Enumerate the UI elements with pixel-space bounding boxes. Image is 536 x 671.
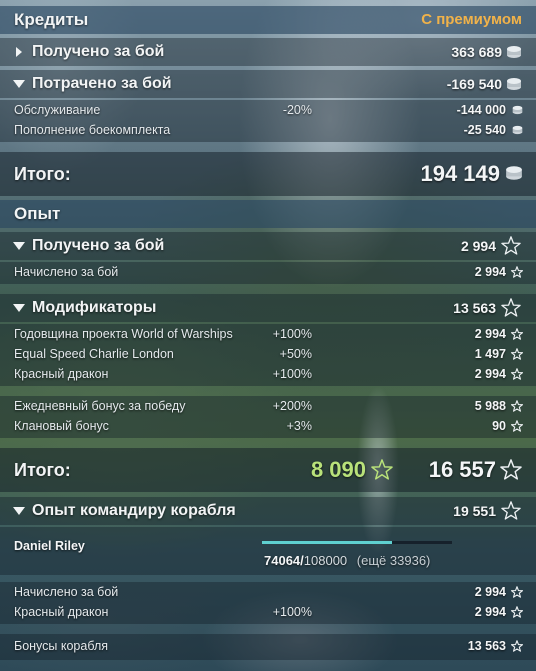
item-label: Красный дракон	[14, 367, 109, 381]
star-icon	[511, 368, 523, 380]
modifier-items-group-1: Годовщина проекта World of Warships +100…	[0, 324, 536, 386]
experience-received-label: Получено за бой	[32, 237, 165, 254]
item-label: Пополнение боекомплекта	[14, 123, 171, 137]
credits-coin-icon	[512, 105, 523, 115]
commander-experience-label: Опыт командиру корабля	[32, 502, 236, 519]
credits-spent-value: -169 540	[446, 76, 502, 92]
item-percent: +100%	[272, 605, 312, 619]
item-label: Красный дракон	[14, 605, 109, 619]
item-value: -144 000	[456, 103, 506, 117]
item-label: Годовщина проекта World of Warships	[14, 327, 233, 341]
item-percent: +3%	[286, 419, 312, 433]
commander-progress-fill	[262, 541, 392, 544]
experience-total-label: Итого:	[14, 460, 71, 480]
item-value: 90	[492, 419, 506, 433]
item-value: 1 497	[474, 347, 506, 361]
credits-total-value: 194 149	[420, 161, 500, 186]
item-value: 2 994	[474, 605, 506, 619]
modifiers-row[interactable]: Модификаторы 13 563	[0, 294, 536, 322]
credits-title: Кредиты	[14, 10, 89, 29]
credits-spent-items: Обслуживание -20% -144 000 Пополнение бо…	[0, 100, 536, 142]
item-label: Клановый бонус	[14, 419, 109, 433]
item-value: 2 994	[474, 327, 506, 341]
star-icon	[511, 606, 523, 618]
star-icon	[501, 298, 521, 317]
credits-header: Кредиты С премиумом	[0, 6, 536, 34]
chevron-down-icon[interactable]	[13, 304, 25, 313]
chevron-down-icon[interactable]	[13, 80, 25, 89]
free-experience-value: 8 090	[310, 457, 366, 482]
star-icon	[511, 266, 523, 278]
star-icon	[500, 459, 522, 480]
item-percent: -20%	[282, 103, 312, 117]
ship-bonus-value: 13 563	[467, 639, 506, 653]
star-icon	[511, 400, 523, 412]
item-percent: +100%	[272, 367, 312, 381]
experience-title: Опыт	[14, 204, 61, 223]
item-label: Обслуживание	[14, 103, 101, 117]
experience-received-row[interactable]: Получено за бой 2 994	[0, 232, 536, 260]
star-icon	[511, 328, 523, 340]
experience-total-row: Итого: 8 090 16 557	[0, 448, 536, 492]
experience-received-value: 2 994	[460, 238, 496, 254]
item-value: 2 994	[474, 585, 506, 599]
item-label: Equal Speed Charlie London	[14, 347, 174, 361]
chevron-down-icon[interactable]	[13, 242, 25, 251]
item-value: 2 994	[474, 265, 506, 279]
star-icon	[511, 586, 523, 598]
item-label: Начислено за бой	[14, 585, 119, 599]
credits-spent-row[interactable]: Потрачено за бой -169 540	[0, 70, 536, 98]
item-value: 2 994	[474, 367, 506, 381]
chevron-right-icon[interactable]	[14, 47, 24, 57]
credits-coin-icon	[507, 78, 521, 90]
item-label: Ежедневный бонус за победу	[14, 399, 186, 413]
progress-remaining: (ещё 33936)	[356, 553, 431, 568]
commander-experience-value: 19 551	[453, 503, 496, 519]
commander-progress-block: Daniel Riley 74064/108000 (ещё 33936)	[0, 527, 536, 575]
star-icon	[511, 420, 523, 432]
modifier-items-group-2: Ежедневный бонус за победу +200% 5 988 К…	[0, 396, 536, 438]
premium-label: С премиумом	[421, 11, 522, 28]
item-percent: +100%	[272, 327, 312, 341]
item-value: -25 540	[463, 123, 506, 137]
commander-experience-row[interactable]: Опыт командиру корабля 19 551	[0, 497, 536, 525]
credits-received-row[interactable]: Получено за бой 363 689	[0, 38, 536, 66]
item-percent: +200%	[272, 399, 312, 413]
item-label: Начислено за бой	[14, 265, 119, 279]
credits-total-label: Итого:	[14, 164, 71, 184]
credits-spent-label: Потрачено за бой	[32, 75, 172, 92]
star-icon	[511, 348, 523, 360]
experience-header: Опыт	[0, 200, 536, 228]
credits-coin-icon	[507, 46, 521, 58]
modifiers-label: Модификаторы	[32, 299, 157, 316]
progress-max: 108000	[303, 553, 348, 568]
credits-coin-icon	[512, 125, 523, 135]
experience-total-value: 16 557	[428, 457, 496, 482]
commander-name: Daniel Riley	[14, 539, 85, 553]
credits-received-value: 363 689	[451, 44, 502, 60]
commander-progress-text: 74064/108000 (ещё 33936)	[264, 553, 430, 568]
star-icon	[501, 501, 521, 520]
ship-bonus-label: Бонусы корабля	[14, 639, 109, 653]
item-percent: +50%	[279, 347, 312, 361]
credits-coin-icon	[506, 166, 522, 180]
chevron-down-icon[interactable]	[13, 507, 25, 516]
item-value: 5 988	[474, 399, 506, 413]
credits-received-label: Получено за бой	[32, 43, 165, 60]
star-icon	[511, 640, 523, 652]
experience-received-items: Начислено за бой 2 994	[0, 262, 536, 284]
star-icon	[371, 459, 393, 480]
commander-items: Начислено за бой 2 994 Красный дракон +1…	[0, 582, 536, 624]
ship-bonus-row: Бонусы корабля 13 563	[0, 634, 536, 660]
credits-total-row: Итого: 194 149	[0, 152, 536, 196]
progress-current: 74064	[264, 553, 301, 568]
modifiers-value: 13 563	[453, 300, 496, 316]
star-icon	[501, 236, 521, 255]
results-panel: Кредиты С премиумом Получено за бой 363 …	[0, 0, 536, 671]
